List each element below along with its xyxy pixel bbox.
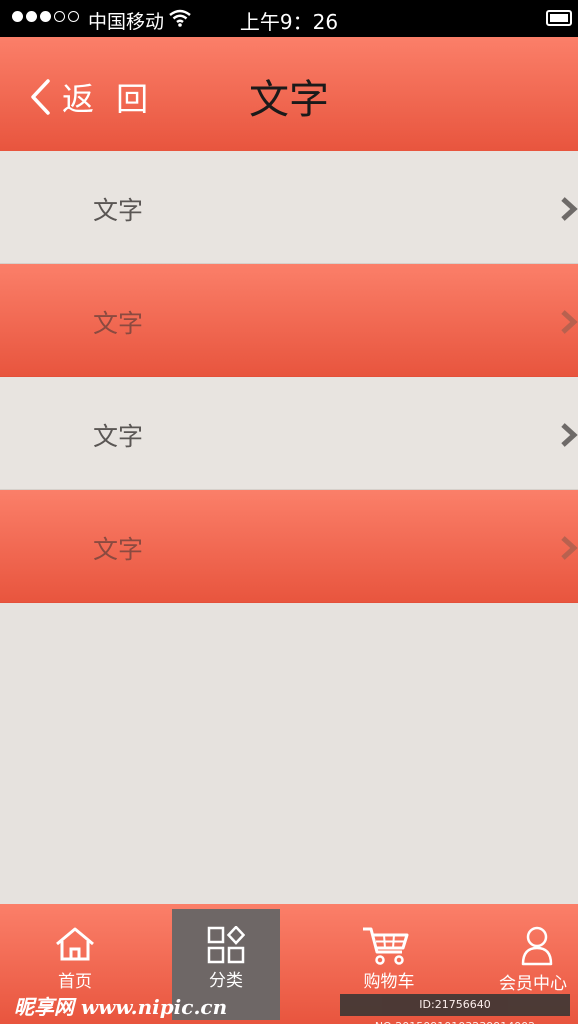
category-icon (207, 926, 245, 964)
list-item[interactable]: 文字 (0, 151, 578, 264)
category-list: 文字 文字 文字 文字 (0, 151, 578, 603)
list-item-label: 文字 (93, 422, 144, 451)
page-title: 文字 (249, 77, 329, 123)
list-item[interactable]: 文字 (0, 264, 578, 377)
chevron-right-icon (561, 197, 578, 221)
cart-icon (363, 927, 409, 965)
chevron-right-icon (561, 536, 578, 560)
user-icon (521, 926, 553, 966)
chevron-right-icon (561, 310, 578, 334)
chevron-right-icon (561, 423, 578, 447)
status-bar: 中国移动 上午9：26 (0, 0, 578, 37)
tab-label: 会员中心 (499, 974, 567, 994)
status-time: 上午9：26 (239, 10, 339, 34)
list-item[interactable]: 文字 (0, 377, 578, 490)
tab-label: 分类 (209, 971, 243, 991)
watermark-site: 昵享网 www.nipic.cn (14, 995, 228, 1019)
tab-label: 首页 (58, 972, 92, 992)
list-item-label: 文字 (93, 535, 144, 564)
battery-icon (546, 10, 572, 26)
nav-header: 返 回 文字 (0, 37, 578, 151)
home-icon (56, 927, 94, 961)
watermark-id: ID:21756640 NO:20150910103239914002 (340, 994, 570, 1024)
list-item-label: 文字 (93, 309, 144, 338)
list-item-label: 文字 (93, 196, 144, 225)
list-item[interactable]: 文字 (0, 490, 578, 603)
app-screen: 中国移动 上午9：26 返 回 文字 文字 文字 文字 文字 首页 分类 购物车… (0, 0, 578, 1024)
tab-label: 购物车 (363, 972, 415, 992)
